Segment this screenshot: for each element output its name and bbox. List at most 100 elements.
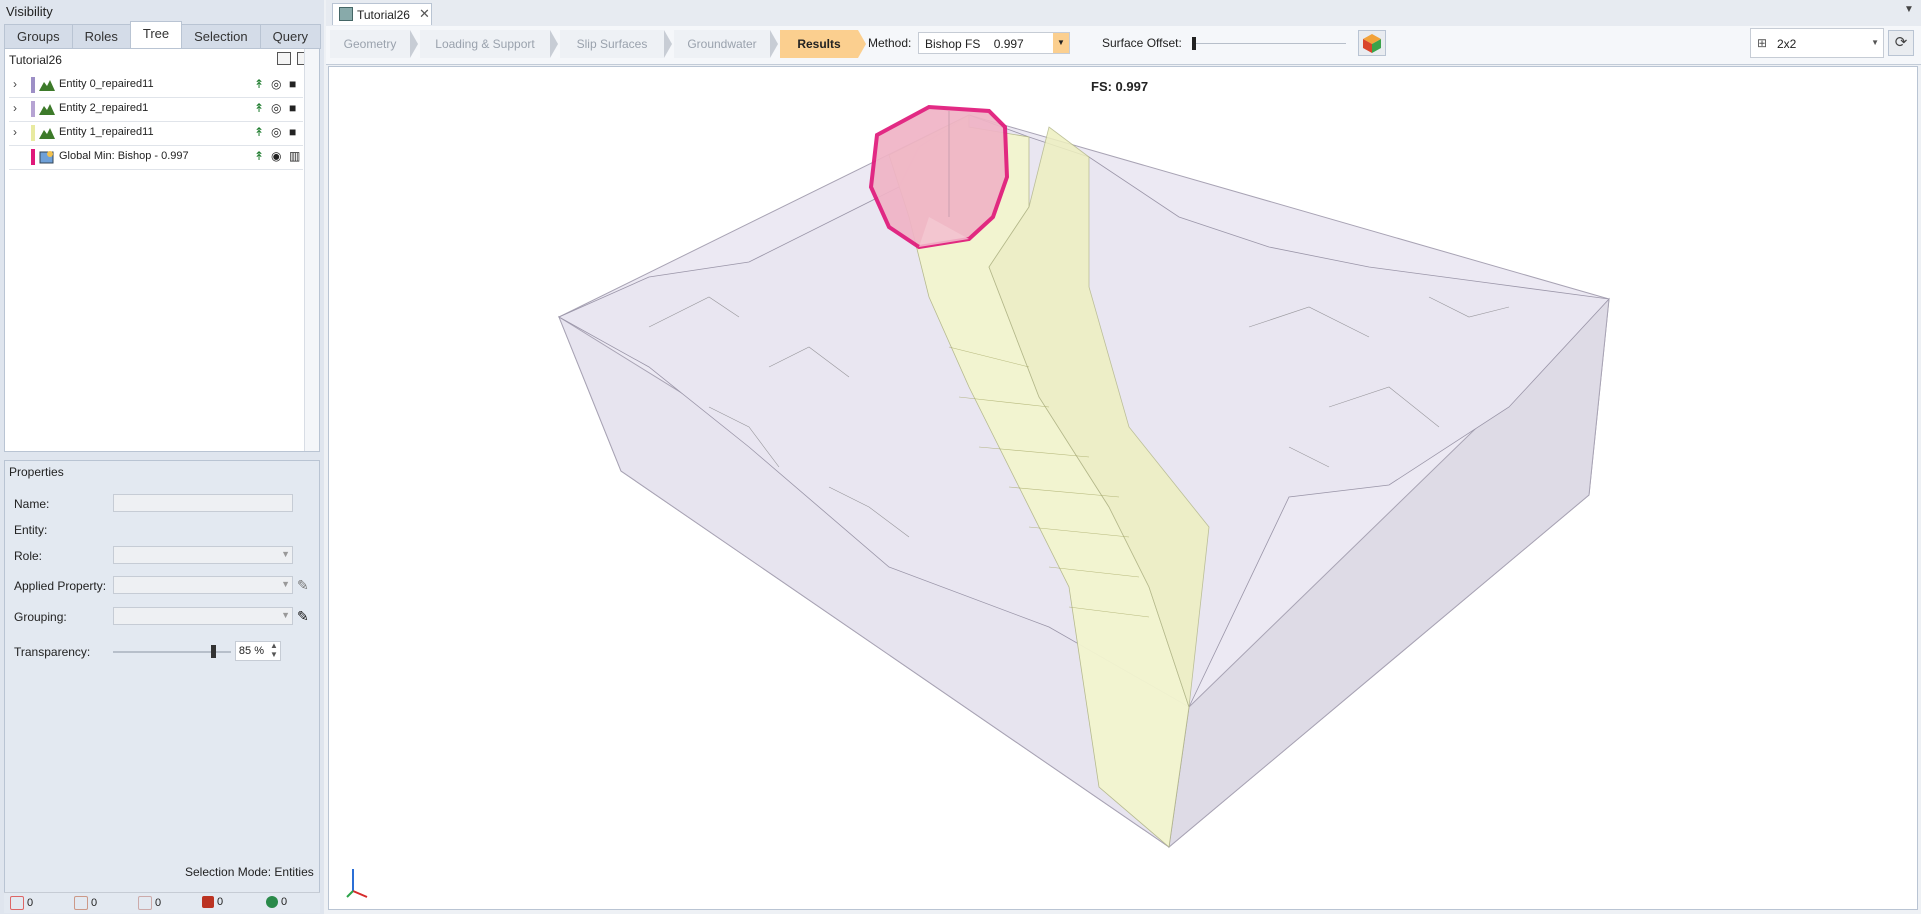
applied-property-label: Applied Property: (14, 579, 107, 593)
tree-row[interactable]: › Entity 2_repaired1 ↟ ◎ ■ (9, 97, 303, 122)
chevron-down-icon: ▼ (281, 549, 290, 559)
visibility-panel: Visibility Groups Roles Tree Selection Q… (0, 0, 324, 914)
trash-icon[interactable]: ▥ (289, 149, 300, 163)
vertex-counter: 0 (10, 896, 33, 910)
document-tab-title: Tutorial26 (357, 8, 410, 22)
hidden-eye-icon[interactable]: ◎ (271, 77, 281, 91)
tab-query[interactable]: Query (259, 24, 322, 49)
tree-row[interactable]: › Entity 0_repaired11 ↟ ◎ ■ (9, 73, 303, 98)
tree-scrollbar[interactable] (304, 49, 319, 451)
contour-button[interactable] (1358, 30, 1386, 56)
close-icon[interactable]: ✕ (419, 6, 430, 22)
factor-of-safety-label: FS: 0.997 (1091, 79, 1149, 94)
tab-tree[interactable]: Tree (129, 21, 183, 48)
name-label: Name: (14, 497, 50, 511)
edge-counter: 0 (74, 896, 97, 910)
chevron-down-icon: ▼ (281, 610, 290, 620)
point-icon (266, 896, 278, 908)
tree-row[interactable]: › Entity 1_repaired11 ↟ ◎ ■ (9, 121, 303, 146)
surface-offset-thumb[interactable] (1192, 37, 1196, 50)
selection-mode: Selection Mode: Entities (185, 865, 314, 879)
3d-viewport[interactable]: FS: 0.997 (328, 66, 1918, 910)
slip-surface-icon (39, 151, 54, 164)
step-chevron (550, 30, 558, 58)
entity-color-swatch (31, 149, 35, 165)
chevron-down-icon: ▼ (281, 579, 290, 589)
transparency-slider[interactable] (113, 645, 231, 658)
entity-color-swatch (31, 77, 35, 93)
step-loading-support[interactable]: Loading & Support (420, 30, 550, 58)
grouping-label: Grouping: (14, 610, 67, 624)
chevron-right-icon[interactable]: › (13, 77, 17, 91)
tab-roles[interactable]: Roles (71, 24, 131, 49)
pin-icon[interactable]: ↟ (254, 149, 264, 163)
role-select[interactable]: ▼ (113, 546, 293, 564)
refresh-icon[interactable]: ⟳ (1888, 30, 1914, 56)
selection-counters: 0 0 0 0 0 (4, 892, 320, 913)
applied-property-select[interactable]: ▼ (113, 576, 293, 594)
tab-groups[interactable]: Groups (4, 24, 73, 49)
tab-menu-icon[interactable]: ▼ (1904, 4, 1914, 15)
layout-select[interactable]: ⊞ 2x2 ▼ (1750, 28, 1884, 58)
properties-header: Properties (9, 465, 64, 479)
lock-icon[interactable]: ■ (289, 125, 296, 139)
edit-grouping-icon[interactable]: ✎ (297, 608, 309, 625)
step-groundwater[interactable]: Groundwater (674, 30, 770, 58)
entity-tree: Tutorial26 › Entity 0_repaired11 ↟ ◎ ■ ›… (4, 48, 320, 452)
method-select[interactable]: Bishop FS 0.997 ▼ (918, 32, 1070, 54)
step-results[interactable]: Results (780, 30, 858, 58)
step-slip-surfaces[interactable]: Slip Surfaces (560, 30, 664, 58)
lock-icon[interactable]: ■ (289, 101, 296, 115)
layout-value: 2x2 (1777, 37, 1797, 51)
visibility-tabs: Groups Roles Tree Selection Query (4, 21, 322, 49)
vertex-count: 0 (27, 897, 34, 909)
method-value: Bishop FS 0.997 (925, 37, 1024, 51)
chevron-down-icon[interactable]: ▼ (1053, 33, 1069, 53)
chevron-right-icon[interactable]: › (13, 125, 17, 139)
tree-item-label: Entity 0_repaired11 (59, 78, 154, 90)
face-counter: 0 (138, 896, 161, 910)
point-count: 0 (281, 896, 288, 908)
tab-selection[interactable]: Selection (181, 24, 261, 49)
terrain-icon (39, 104, 55, 115)
axis-triad-icon (346, 869, 368, 898)
tree-item-label: Entity 2_repaired1 (59, 102, 149, 114)
visibility-header: Visibility (6, 4, 53, 19)
edit-property-icon[interactable]: ✎ (297, 577, 309, 594)
face-count: 0 (155, 897, 162, 909)
pin-icon[interactable]: ↟ (254, 125, 264, 139)
tree-row[interactable]: Global Min: Bishop - 0.997 ↟ ◉ ▥ (9, 145, 303, 170)
workflow-toolbar: Geometry Loading & Support Slip Surfaces… (326, 26, 1921, 65)
grouping-select[interactable]: ▼ (113, 607, 293, 625)
pin-icon[interactable]: ↟ (254, 101, 264, 115)
spin-arrows-icon[interactable]: ▲ ▼ (270, 641, 278, 659)
properties-panel: Properties Name: Entity: Role: ▼ Applied… (4, 460, 320, 912)
selection-mode-label: Selection Mode: (185, 865, 272, 879)
contour-cube-icon (1363, 34, 1381, 53)
surface-offset-slider[interactable] (1192, 37, 1346, 50)
expand-all-icon[interactable] (277, 52, 291, 65)
lock-icon[interactable]: ■ (289, 77, 296, 91)
hidden-eye-icon[interactable]: ◎ (271, 101, 281, 115)
pin-icon[interactable]: ↟ (254, 77, 264, 91)
eye-icon[interactable]: ◉ (271, 149, 281, 163)
name-field[interactable] (113, 494, 293, 512)
document-tab[interactable]: Tutorial26 ✕ (332, 3, 432, 25)
step-geometry[interactable]: Geometry (330, 30, 410, 58)
chevron-right-icon[interactable]: › (13, 101, 17, 115)
step-chevron (410, 30, 418, 58)
entity-color-swatch (31, 125, 35, 141)
face-icon (138, 896, 152, 910)
step-chevron (770, 30, 778, 58)
selection-mode-value: Entities (274, 865, 314, 879)
transparency-label: Transparency: (14, 645, 91, 659)
document-icon (339, 7, 353, 21)
surface-offset-label: Surface Offset: (1102, 36, 1182, 50)
vertex-icon (10, 896, 24, 910)
hidden-eye-icon[interactable]: ◎ (271, 125, 281, 139)
entity-label: Entity: (14, 523, 48, 537)
step-chevron (858, 30, 866, 58)
tree-root-label: Tutorial26 (9, 53, 62, 67)
entity-color-swatch (31, 101, 35, 117)
transparency-slider-thumb[interactable] (211, 645, 217, 658)
